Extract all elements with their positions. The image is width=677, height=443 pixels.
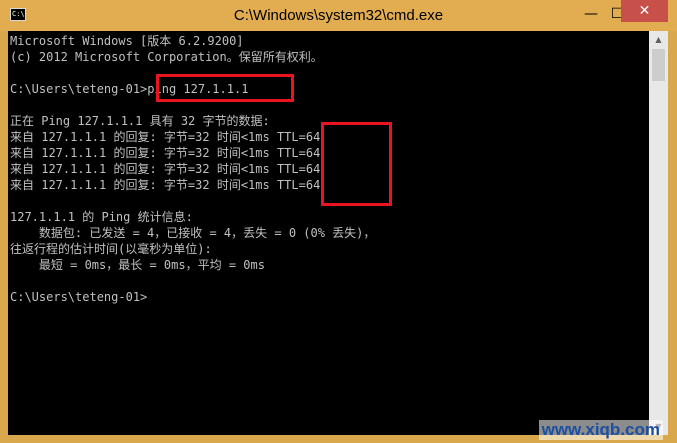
console-line: (c) 2012 Microsoft Corporation。保留所有权利。 bbox=[10, 50, 323, 64]
vertical-scrollbar[interactable]: ▲ ▼ bbox=[649, 31, 668, 435]
console-line: 127.1.1.1 的 Ping 统计信息: bbox=[10, 210, 193, 224]
minimize-button[interactable]: — bbox=[578, 2, 604, 26]
title-bar[interactable]: C:\ C:\Windows\system32\cmd.exe — ☐ ✕ bbox=[0, 0, 677, 31]
watermark: www.xiqb.com bbox=[538, 420, 663, 440]
console-line: 往返行程的估计时间(以毫秒为单位): bbox=[10, 242, 212, 256]
cmd-window: C:\ C:\Windows\system32\cmd.exe — ☐ ✕ Mi… bbox=[0, 0, 677, 443]
console-line: 最短 = 0ms，最长 = 0ms，平均 = 0ms bbox=[10, 258, 265, 272]
console-line: C:\Users\teteng-01> bbox=[10, 290, 148, 304]
ping-command-highlight bbox=[156, 74, 294, 102]
console-line: Microsoft Windows [版本 6.2.9200] bbox=[10, 34, 244, 48]
console-line: 来自 127.1.1.1 的回复: 字节=32 时间<1ms TTL=64 bbox=[10, 146, 321, 160]
console-line: 正在 Ping 127.1.1.1 具有 32 字节的数据: bbox=[10, 114, 270, 128]
ttl-highlight bbox=[321, 122, 392, 206]
console-output[interactable]: Microsoft Windows [版本 6.2.9200] (c) 2012… bbox=[8, 31, 649, 435]
scroll-thumb[interactable] bbox=[652, 49, 665, 81]
console-line: 来自 127.1.1.1 的回复: 字节=32 时间<1ms TTL=64 bbox=[10, 162, 321, 176]
console-line: 来自 127.1.1.1 的回复: 字节=32 时间<1ms TTL=64 bbox=[10, 130, 321, 144]
console-line: 来自 127.1.1.1 的回复: 字节=32 时间<1ms TTL=64 bbox=[10, 178, 321, 192]
close-button[interactable]: ✕ bbox=[621, 0, 668, 22]
window-title: C:\Windows\system32\cmd.exe bbox=[233, 7, 444, 24]
scroll-up-icon[interactable]: ▲ bbox=[649, 31, 668, 48]
console-line: 数据包: 已发送 = 4，已接收 = 4，丢失 = 0 (0% 丢失)， bbox=[10, 226, 376, 240]
